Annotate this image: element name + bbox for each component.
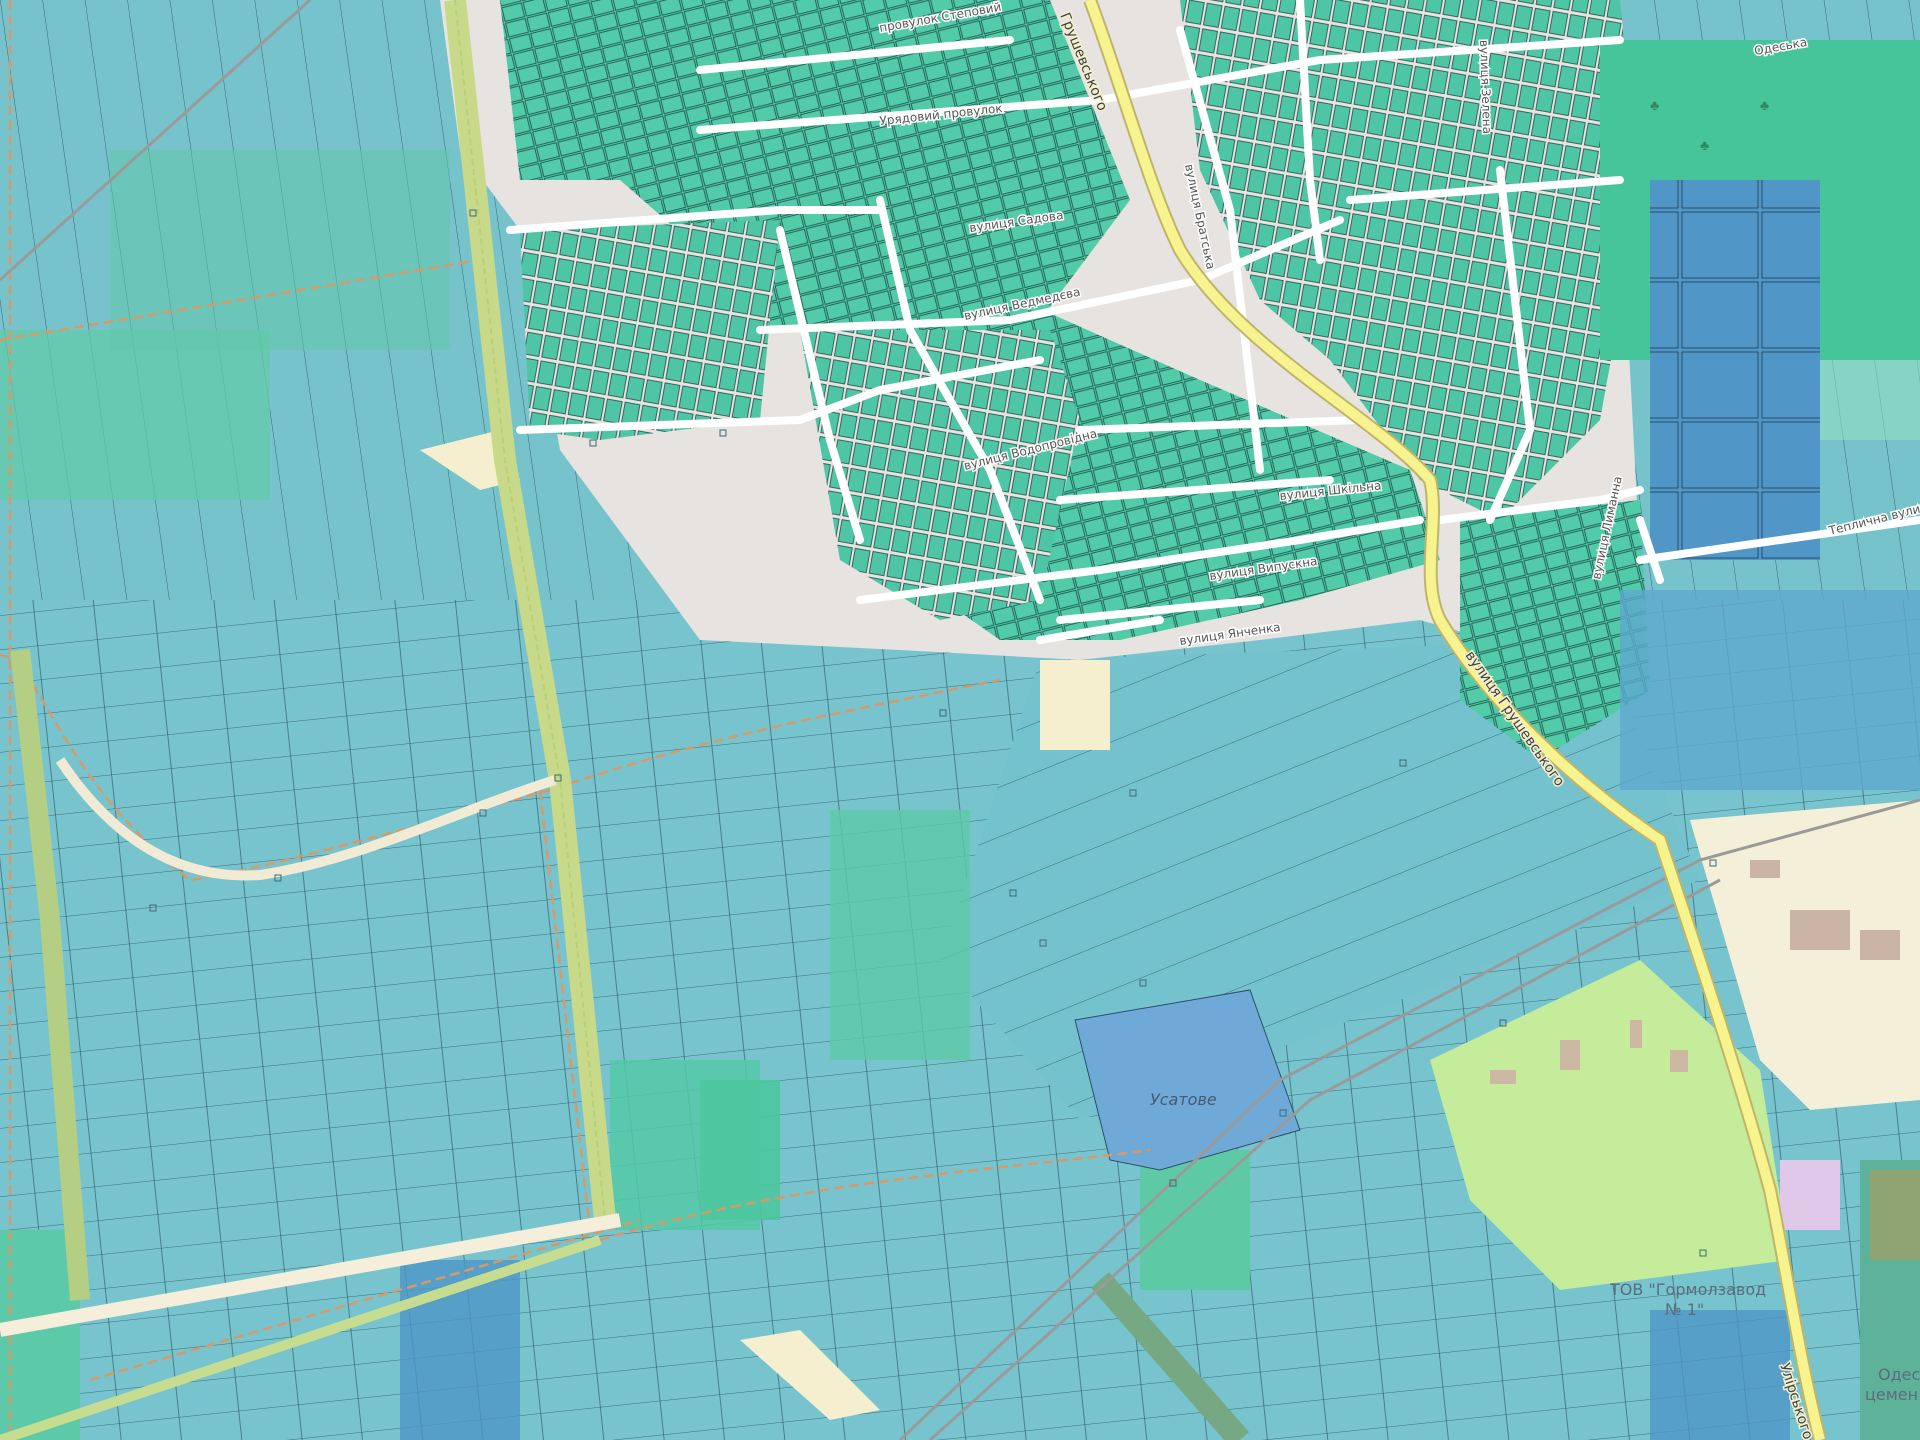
cadastral-map[interactable]: ♣ ♣ ♣ вулиця Грушевського Грушевського О… — [0, 0, 1920, 1440]
greenhouse-complex — [1650, 180, 1820, 560]
factory-building — [1490, 1070, 1516, 1084]
factory-building — [1560, 1040, 1580, 1070]
poi-label-cement-line1: Одес — [1878, 1365, 1920, 1384]
forest-tree-icon: ♣ — [1700, 139, 1709, 154]
factory-building — [1790, 910, 1850, 950]
place-label-usatove: Усатове — [1150, 1090, 1217, 1109]
factory-building — [1860, 930, 1900, 960]
factory-tank-area — [1870, 1170, 1920, 1260]
park-area — [1820, 360, 1920, 440]
green-parcel — [0, 330, 270, 500]
greenhouse-complex-2 — [1620, 590, 1920, 790]
green-parcel — [830, 810, 970, 1060]
factory-building — [1750, 860, 1780, 878]
factory-building — [1670, 1050, 1688, 1072]
factory-building — [1630, 1020, 1642, 1048]
poi-label-cement-line2: цемен — [1865, 1385, 1918, 1404]
map-canvas[interactable]: ♣ ♣ ♣ вулиця Грушевського Грушевського О… — [0, 0, 1920, 1440]
poi-label-tov-line1: ТОВ "Гормолзавод — [1609, 1280, 1766, 1299]
blue-field — [1650, 1310, 1790, 1440]
green-parcel — [1140, 1150, 1250, 1290]
forest-tree-icon: ♣ — [1760, 99, 1769, 114]
forest-tree-icon: ♣ — [1650, 99, 1659, 114]
poi-label-tov-line2: № 1" — [1665, 1300, 1704, 1319]
pink-area — [1780, 1160, 1840, 1230]
residential-plots-west — [520, 220, 780, 440]
green-parcel — [110, 150, 450, 350]
sand-patch — [1040, 660, 1110, 750]
